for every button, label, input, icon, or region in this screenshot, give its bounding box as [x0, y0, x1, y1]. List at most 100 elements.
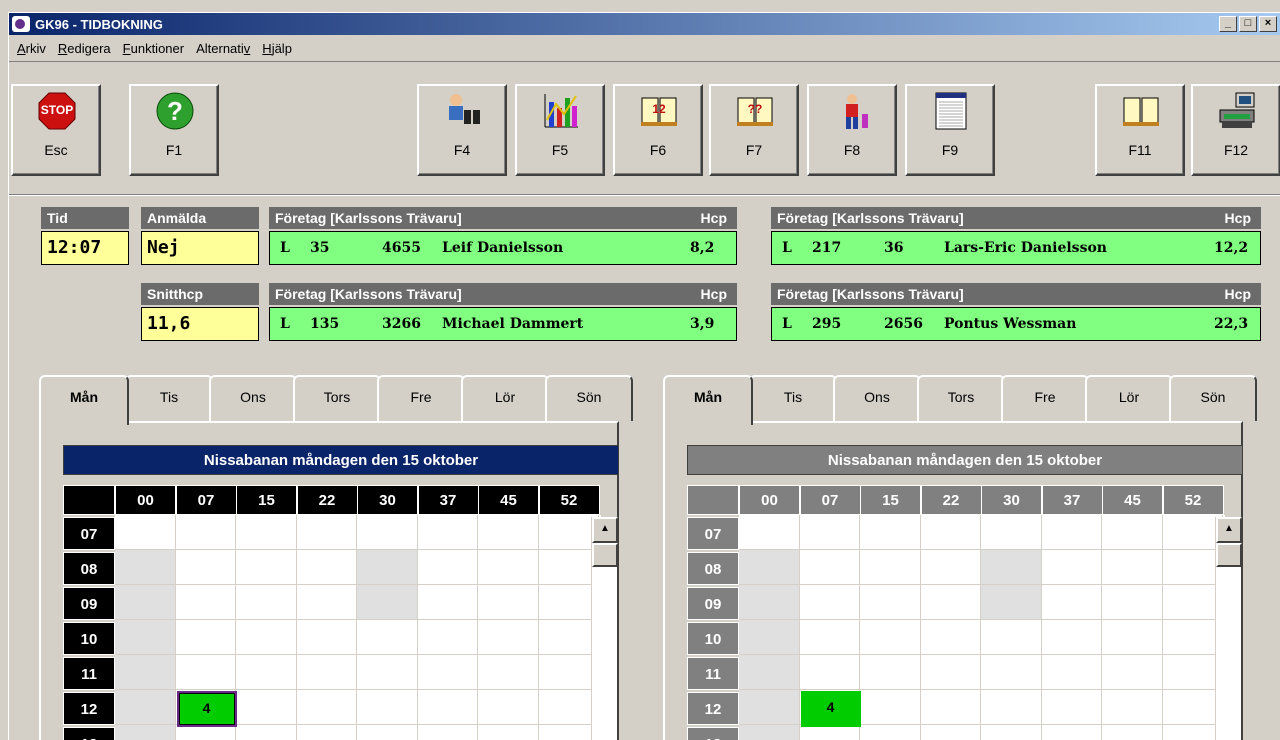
time-slot[interactable]: [115, 515, 176, 550]
tab-mån[interactable]: Mån: [39, 375, 129, 425]
menu-item[interactable]: Alternativ: [190, 41, 256, 56]
time-slot[interactable]: [1102, 655, 1163, 690]
player-row[interactable]: L 295 2656 Pontus Wessman 22,3: [771, 307, 1261, 341]
tab-fre[interactable]: Fre: [1001, 375, 1089, 421]
time-slot[interactable]: [921, 725, 981, 740]
tab-tors[interactable]: Tors: [293, 375, 381, 421]
time-slot[interactable]: [236, 585, 297, 620]
time-slot[interactable]: [860, 585, 921, 620]
f8-button[interactable]: F8: [807, 84, 897, 176]
menu-item[interactable]: Hjälp: [256, 41, 298, 56]
time-slot[interactable]: [1102, 690, 1163, 725]
vertical-scrollbar[interactable]: ▲: [1215, 517, 1242, 740]
time-slot[interactable]: [739, 550, 800, 585]
time-slot[interactable]: [860, 690, 921, 725]
tab-lör[interactable]: Lör: [461, 375, 549, 421]
time-slot[interactable]: [115, 725, 176, 740]
f1-button[interactable]: ? F1: [129, 84, 219, 176]
time-slot[interactable]: [478, 690, 539, 725]
time-slot[interactable]: [357, 690, 418, 725]
booking-slot[interactable]: 4: [176, 691, 237, 727]
time-slot[interactable]: [418, 725, 478, 740]
time-slot[interactable]: [296, 655, 357, 690]
f5-button[interactable]: F5: [515, 84, 605, 176]
time-slot[interactable]: [860, 550, 921, 585]
time-slot[interactable]: [739, 655, 800, 690]
time-slot[interactable]: [860, 725, 921, 740]
time-slot[interactable]: [296, 550, 357, 585]
time-slot[interactable]: [799, 515, 860, 550]
time-slot[interactable]: [176, 725, 236, 740]
time-slot[interactable]: [1162, 585, 1223, 620]
scroll-up-button[interactable]: ▲: [1216, 517, 1242, 543]
time-slot[interactable]: [357, 655, 418, 690]
time-slot[interactable]: [1162, 515, 1223, 550]
scroll-thumb[interactable]: [592, 543, 618, 567]
tab-tis[interactable]: Tis: [749, 375, 837, 421]
minimize-button[interactable]: _: [1219, 16, 1237, 32]
time-slot[interactable]: [860, 620, 921, 655]
time-slot[interactable]: [981, 725, 1042, 740]
time-slot[interactable]: [920, 620, 981, 655]
time-slot[interactable]: [236, 620, 297, 655]
esc-button[interactable]: STOP Esc: [11, 84, 101, 176]
time-slot[interactable]: [539, 725, 599, 740]
time-slot[interactable]: [417, 585, 478, 620]
time-slot[interactable]: [981, 690, 1042, 725]
time-slot[interactable]: [478, 655, 539, 690]
time-slot[interactable]: [296, 585, 357, 620]
time-slot[interactable]: [739, 515, 800, 550]
time-slot[interactable]: [538, 620, 599, 655]
tab-tors[interactable]: Tors: [917, 375, 1005, 421]
tab-fre[interactable]: Fre: [377, 375, 465, 421]
time-slot[interactable]: [1163, 725, 1223, 740]
time-slot[interactable]: [478, 550, 539, 585]
tab-ons[interactable]: Ons: [209, 375, 297, 421]
tab-sön[interactable]: Sön: [1169, 375, 1257, 421]
time-slot[interactable]: [920, 515, 981, 550]
time-slot[interactable]: [799, 585, 860, 620]
time-slot[interactable]: [538, 550, 599, 585]
time-slot[interactable]: [1102, 550, 1163, 585]
f9-button[interactable]: F9: [905, 84, 995, 176]
time-slot[interactable]: [175, 585, 236, 620]
time-slot[interactable]: [115, 585, 176, 620]
time-slot[interactable]: [417, 550, 478, 585]
tab-tis[interactable]: Tis: [125, 375, 213, 421]
close-button[interactable]: ×: [1259, 16, 1277, 32]
time-slot[interactable]: [478, 725, 539, 740]
time-slot[interactable]: [1102, 620, 1163, 655]
time-slot[interactable]: [478, 585, 539, 620]
time-slot[interactable]: [799, 550, 860, 585]
time-slot[interactable]: [296, 620, 357, 655]
time-slot[interactable]: [417, 515, 478, 550]
time-slot[interactable]: [1041, 550, 1102, 585]
time-slot[interactable]: [1041, 585, 1102, 620]
time-slot[interactable]: [115, 620, 176, 655]
f4-button[interactable]: F4: [417, 84, 507, 176]
booking-slot[interactable]: 4: [800, 691, 861, 727]
time-slot[interactable]: [1041, 655, 1102, 690]
time-slot[interactable]: [1042, 725, 1102, 740]
time-slot[interactable]: [236, 690, 297, 725]
time-slot[interactable]: [1162, 690, 1223, 725]
time-slot[interactable]: [799, 655, 860, 690]
scroll-up-button[interactable]: ▲: [592, 517, 618, 543]
time-slot[interactable]: [175, 550, 236, 585]
time-slot[interactable]: [1041, 620, 1102, 655]
time-slot[interactable]: [175, 515, 236, 550]
tab-ons[interactable]: Ons: [833, 375, 921, 421]
time-slot[interactable]: [739, 690, 800, 725]
time-slot[interactable]: [860, 655, 921, 690]
time-slot[interactable]: [417, 690, 478, 725]
menu-item[interactable]: Redigera: [52, 41, 117, 56]
time-slot[interactable]: [236, 655, 297, 690]
f12-button[interactable]: F12: [1191, 84, 1280, 176]
time-slot[interactable]: [115, 550, 176, 585]
player-row[interactable]: L 35 4655 Leif Danielsson 8,2: [269, 231, 737, 265]
time-slot[interactable]: [357, 620, 418, 655]
time-slot[interactable]: [1162, 550, 1223, 585]
time-slot[interactable]: [478, 515, 539, 550]
time-slot[interactable]: [981, 585, 1042, 620]
f11-button[interactable]: F11: [1095, 84, 1185, 176]
